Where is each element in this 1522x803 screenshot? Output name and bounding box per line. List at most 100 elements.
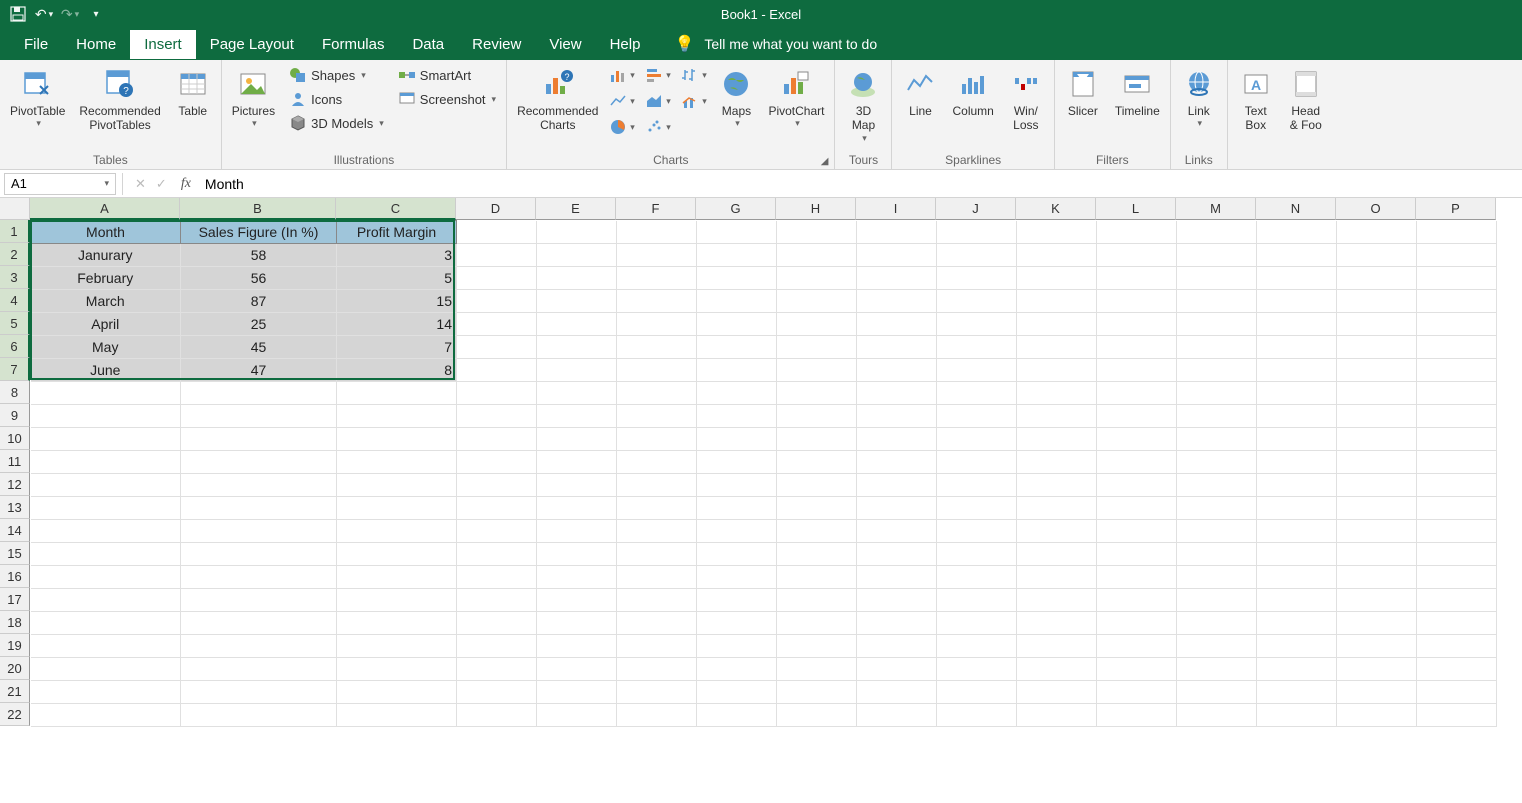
cell[interactable] bbox=[857, 336, 937, 359]
table-button[interactable]: Table bbox=[171, 64, 215, 120]
cell[interactable] bbox=[337, 520, 457, 543]
cell[interactable] bbox=[857, 451, 937, 474]
cell[interactable]: Profit Margin bbox=[337, 221, 457, 244]
cell[interactable] bbox=[777, 612, 857, 635]
cell[interactable] bbox=[537, 221, 617, 244]
cell[interactable] bbox=[937, 313, 1017, 336]
cell[interactable] bbox=[1417, 428, 1497, 451]
cell[interactable] bbox=[937, 428, 1017, 451]
column-header[interactable]: E bbox=[536, 198, 616, 220]
textbox-button[interactable]: A Text Box bbox=[1234, 64, 1278, 135]
cell[interactable] bbox=[857, 658, 937, 681]
cell[interactable] bbox=[337, 658, 457, 681]
cell[interactable] bbox=[1017, 635, 1097, 658]
cell[interactable] bbox=[1177, 405, 1257, 428]
cell[interactable] bbox=[1017, 543, 1097, 566]
cell[interactable] bbox=[1337, 612, 1417, 635]
cell[interactable] bbox=[1337, 221, 1417, 244]
column-header[interactable]: G bbox=[696, 198, 776, 220]
cell[interactable] bbox=[937, 566, 1017, 589]
cell[interactable] bbox=[1257, 566, 1337, 589]
cell[interactable] bbox=[1257, 497, 1337, 520]
row-header[interactable]: 4 bbox=[0, 289, 30, 312]
cell[interactable] bbox=[1017, 520, 1097, 543]
cell[interactable] bbox=[337, 589, 457, 612]
cell[interactable] bbox=[1257, 428, 1337, 451]
cell[interactable] bbox=[1337, 635, 1417, 658]
cell[interactable] bbox=[1337, 520, 1417, 543]
cell[interactable] bbox=[1257, 612, 1337, 635]
cell[interactable] bbox=[181, 428, 337, 451]
row-header[interactable]: 17 bbox=[0, 588, 30, 611]
scatter-chart-icon[interactable]: ▾ bbox=[644, 116, 672, 138]
cell[interactable] bbox=[1337, 336, 1417, 359]
cell[interactable] bbox=[1177, 244, 1257, 267]
cell[interactable] bbox=[777, 244, 857, 267]
cell[interactable] bbox=[777, 428, 857, 451]
row-header[interactable]: 7 bbox=[0, 358, 30, 381]
row-header[interactable]: 19 bbox=[0, 634, 30, 657]
cell[interactable] bbox=[1257, 635, 1337, 658]
cell[interactable] bbox=[697, 244, 777, 267]
cell[interactable] bbox=[537, 290, 617, 313]
cell[interactable] bbox=[1097, 267, 1177, 290]
cell[interactable] bbox=[617, 658, 697, 681]
cell[interactable] bbox=[1177, 658, 1257, 681]
cell[interactable] bbox=[617, 566, 697, 589]
cell[interactable] bbox=[1177, 290, 1257, 313]
cell[interactable]: 87 bbox=[181, 290, 337, 313]
cell[interactable] bbox=[1257, 451, 1337, 474]
charts-dialog-launcher[interactable]: ◢ bbox=[821, 156, 829, 167]
cell[interactable]: 25 bbox=[181, 313, 337, 336]
cell[interactable] bbox=[537, 313, 617, 336]
cell[interactable] bbox=[777, 382, 857, 405]
tab-page-layout[interactable]: Page Layout bbox=[196, 30, 308, 59]
cell[interactable] bbox=[337, 405, 457, 428]
cell[interactable] bbox=[1417, 497, 1497, 520]
smartart-button[interactable]: SmartArt bbox=[394, 64, 500, 86]
cell[interactable] bbox=[1097, 704, 1177, 727]
cell[interactable] bbox=[777, 405, 857, 428]
cell[interactable] bbox=[1257, 589, 1337, 612]
cell[interactable] bbox=[617, 336, 697, 359]
cell[interactable] bbox=[337, 428, 457, 451]
cell[interactable] bbox=[617, 313, 697, 336]
cell[interactable] bbox=[1257, 543, 1337, 566]
cell[interactable] bbox=[1097, 681, 1177, 704]
cell[interactable] bbox=[937, 497, 1017, 520]
cell[interactable] bbox=[857, 244, 937, 267]
row-header[interactable]: 18 bbox=[0, 611, 30, 634]
surface-chart-icon[interactable] bbox=[680, 116, 708, 138]
cell[interactable] bbox=[1417, 221, 1497, 244]
cell[interactable] bbox=[1337, 382, 1417, 405]
cell[interactable] bbox=[181, 635, 337, 658]
cell[interactable] bbox=[617, 359, 697, 382]
cell[interactable] bbox=[697, 497, 777, 520]
cell[interactable] bbox=[697, 336, 777, 359]
cell[interactable]: 47 bbox=[181, 359, 337, 382]
cell[interactable] bbox=[777, 520, 857, 543]
sparkline-line-button[interactable]: Line bbox=[898, 64, 942, 120]
row-header[interactable]: 15 bbox=[0, 542, 30, 565]
cell[interactable]: 14 bbox=[337, 313, 457, 336]
cell[interactable] bbox=[1017, 405, 1097, 428]
cell[interactable]: Sales Figure (In %) bbox=[181, 221, 337, 244]
cell[interactable] bbox=[1257, 290, 1337, 313]
save-icon[interactable] bbox=[10, 6, 26, 22]
cell[interactable] bbox=[937, 336, 1017, 359]
line-chart-icon[interactable]: ▾ bbox=[608, 90, 636, 112]
cell[interactable] bbox=[1417, 313, 1497, 336]
cell[interactable] bbox=[777, 681, 857, 704]
cell[interactable] bbox=[617, 290, 697, 313]
cell[interactable] bbox=[181, 497, 337, 520]
shapes-button[interactable]: Shapes▾ bbox=[285, 64, 388, 86]
cell[interactable] bbox=[31, 612, 181, 635]
tab-home[interactable]: Home bbox=[62, 30, 130, 59]
cell[interactable] bbox=[1337, 428, 1417, 451]
cell[interactable] bbox=[1177, 382, 1257, 405]
cell[interactable] bbox=[537, 497, 617, 520]
cell[interactable] bbox=[1417, 704, 1497, 727]
cell[interactable]: 15 bbox=[337, 290, 457, 313]
cell[interactable] bbox=[1417, 267, 1497, 290]
redo-icon[interactable]: ↷▾ bbox=[62, 6, 78, 22]
